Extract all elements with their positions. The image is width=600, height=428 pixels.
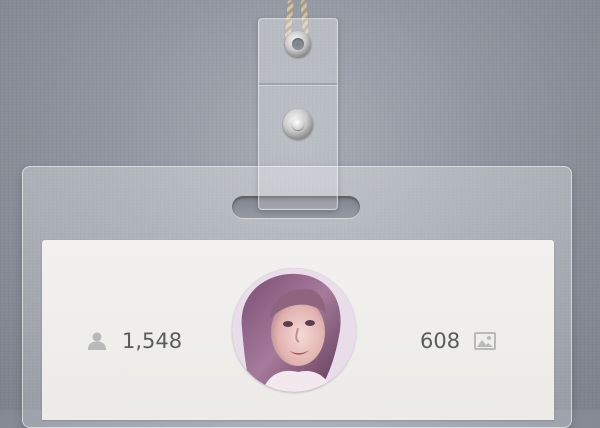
profile-avatar[interactable] [232,268,356,392]
snap-button-icon [283,109,313,139]
followers-count: 1,548 [122,329,183,353]
image-icon [474,332,497,350]
grommet-icon [285,31,311,57]
strap-fold [259,83,337,85]
avatar-portrait [232,268,356,392]
photos-count: 608 [420,329,461,353]
badge-clip-strap [258,18,338,210]
followers-stat[interactable]: 1,548 [86,327,182,355]
photos-stat[interactable]: 608 [420,327,497,355]
user-icon [88,332,106,350]
